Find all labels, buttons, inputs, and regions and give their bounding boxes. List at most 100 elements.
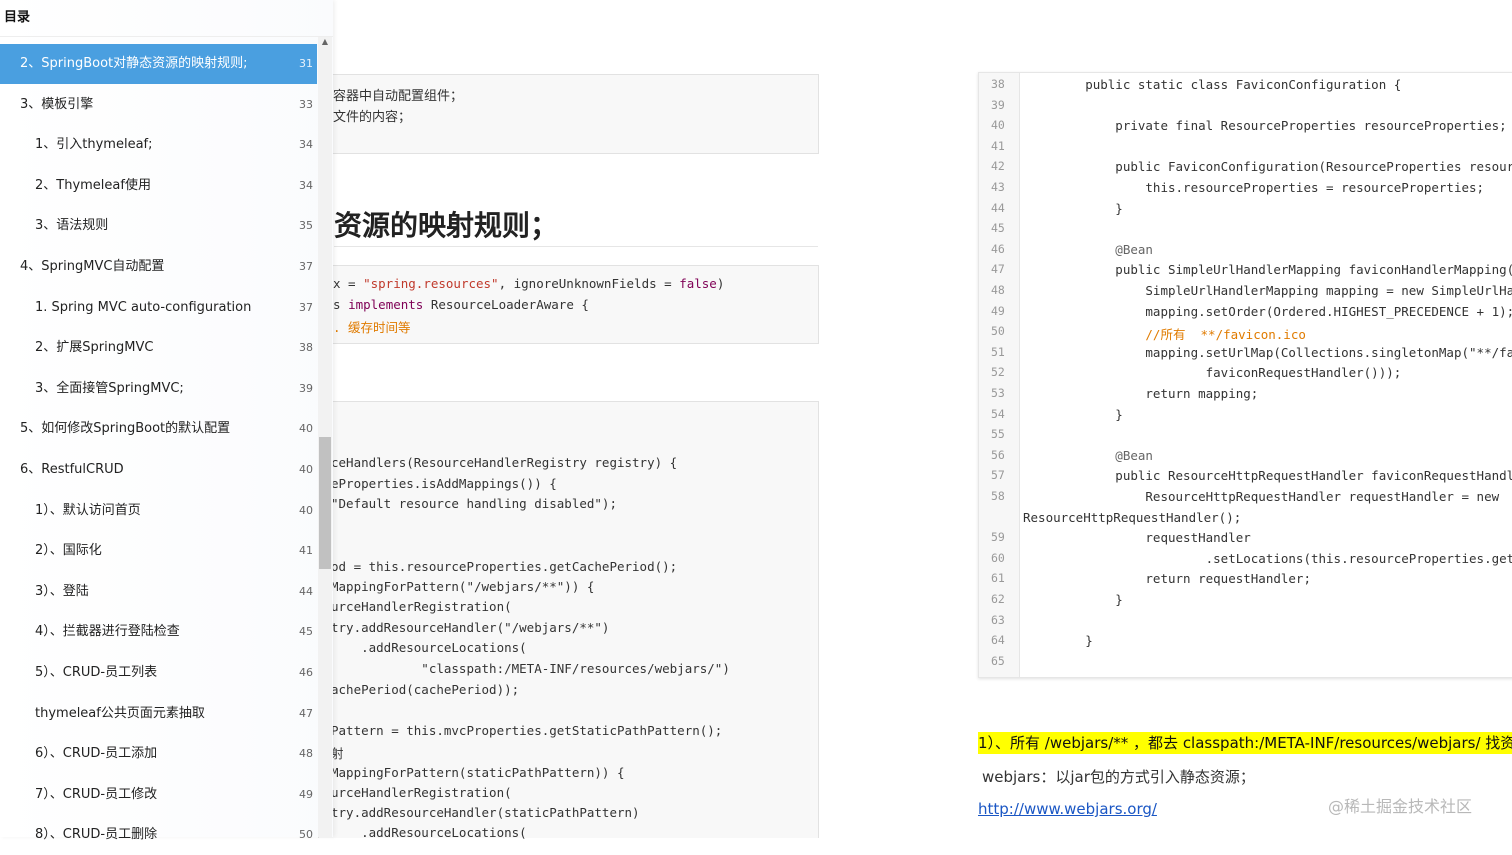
toc-item-label: 4、SpringMVC自动配置: [20, 259, 165, 274]
code-line: mapping.setOrder(Ordered.HIGHEST_PRECEDE…: [1025, 303, 1512, 319]
code-line: MappingForPattern(staticPathPattern)) {: [331, 765, 625, 780]
code-line: @Bean: [1025, 241, 1153, 257]
toc-item[interactable]: 1. Spring MVC auto-configuration 37: [0, 288, 317, 328]
toc-title: 目录: [4, 10, 31, 25]
line-number: 40: [991, 118, 1005, 133]
text-line: webjars：以jar包的方式引入静态资源；: [982, 768, 1255, 786]
toc-item[interactable]: 2、Thymeleaf使用 34: [0, 166, 317, 206]
line-number: 55: [991, 427, 1005, 442]
toc-item[interactable]: 7）、CRUD-员工修改 49: [0, 775, 317, 815]
code-line: public static class FaviconConfiguration…: [1025, 77, 1402, 92]
toc-item[interactable]: 2、扩展SpringMVC 38: [0, 328, 317, 368]
toc-item[interactable]: 2）、国际化 41: [0, 531, 317, 571]
toc-item[interactable]: 5）、CRUD-员工列表 46: [0, 653, 317, 693]
toc-item[interactable]: 2、SpringBoot对静态资源的映射规则; 31: [0, 44, 317, 84]
code-comment: . 缓存时间等: [333, 320, 411, 335]
highlighted-note: 1）、所有 /webjars/** ，都去 classpath:/META-IN…: [978, 732, 1512, 754]
toc-item-page: 49: [299, 787, 313, 801]
line-number: 63: [991, 612, 1005, 627]
line-number: 65: [991, 653, 1005, 668]
code-line: "Default resource handling disabled");: [331, 496, 617, 511]
line-number: 42: [991, 159, 1005, 174]
toc-item[interactable]: 3、全面接管SpringMVC; 39: [0, 369, 317, 409]
section-heading: 资源的映射规则；: [334, 209, 559, 242]
code-line: urceHandlerRegistration(: [331, 599, 512, 614]
line-number: 45: [991, 221, 1005, 236]
code-line: this.resourceProperties = resourceProper…: [1025, 180, 1485, 195]
text-block: 容器中自动配置组件； 文件的内容；: [318, 74, 819, 154]
code-line: eProperties.isAddMappings()) {: [331, 476, 557, 491]
toc-item[interactable]: 6）、CRUD-员工添加 48: [0, 734, 317, 774]
toc-item[interactable]: 8）、CRUD-员工删除 50: [0, 815, 317, 855]
line-number: 48: [991, 283, 1005, 297]
toc-item[interactable]: 3、语法规则 35: [0, 206, 317, 246]
toc-item-label: 2、Thymeleaf使用: [35, 177, 151, 193]
code-line: "classpath:/META-INF/resources/webjars/"…: [331, 661, 730, 676]
code-line: }: [1025, 633, 1093, 649]
toc-header-divider: [0, 36, 333, 37]
code-line: .addResourceLocations(: [331, 825, 527, 840]
scroll-up-arrow-icon[interactable]: ▲: [318, 37, 332, 47]
webjars-link[interactable]: http://www.webjars.org/: [978, 800, 1157, 818]
toc-item-page: 33: [299, 97, 313, 111]
toc-item-label: 8）、CRUD-员工删除: [35, 827, 158, 843]
toc-item-page: 38: [299, 341, 313, 355]
toc-item[interactable]: 3、模板引擎 33: [0, 85, 317, 125]
toc-item-label: 1、引入thymeleaf;: [35, 137, 153, 153]
toc-item[interactable]: 6、RestfulCRUD 40: [0, 450, 317, 490]
toc-item[interactable]: 3）、登陆 44: [0, 572, 317, 612]
line-number: 46: [991, 241, 1005, 256]
toc-item-page: 40: [299, 463, 313, 476]
toc-item[interactable]: 5、如何修改SpringBoot的默认配置 40: [0, 409, 317, 449]
code-line: MappingForPattern("/webjars/**")) {: [331, 579, 595, 594]
code-line: try.addResourceHandler("/webjars/**"): [331, 620, 610, 635]
line-number: 60: [991, 550, 1005, 565]
toc-item-label: 3、模板引擎: [20, 96, 94, 112]
toc-item-page: 34: [299, 138, 313, 152]
toc-item[interactable]: thymeleaf公共页面元素抽取 47: [0, 694, 317, 734]
code-line: ResourceHttpRequestHandler requestHandle…: [1025, 489, 1500, 504]
line-number: 51: [991, 344, 1005, 359]
code-line: achePeriod(cachePeriod));: [331, 682, 520, 697]
toc-item-page: 37: [299, 260, 313, 273]
code-line: ceHandlers(ResourceHandlerRegistry regis…: [331, 455, 678, 470]
toc-item-page: 40: [299, 503, 313, 517]
heading-divider: [334, 246, 818, 247]
code-line: }: [1025, 406, 1123, 422]
line-number: 39: [991, 97, 1005, 112]
toc-item-page: 47: [299, 706, 313, 720]
code-line: od = this.resourceProperties.getCachePer…: [331, 559, 678, 574]
code-panel: 38 public static class FaviconConfigurat…: [978, 72, 1512, 678]
toc-item-page: 39: [299, 381, 313, 395]
text-line: 容器中自动配置组件；: [333, 89, 464, 104]
line-number: 54: [991, 406, 1005, 421]
code-line: public ResourceHttpRequestHandler favico…: [1025, 468, 1512, 484]
toc-item-label: 6）、CRUD-员工添加: [35, 746, 158, 762]
code-line: public SimpleUrlHandlerMapping faviconHa…: [1025, 262, 1512, 278]
text-line: 文件的内容；: [333, 110, 412, 125]
line-number: 38: [991, 77, 1005, 91]
line-number: 56: [991, 447, 1005, 462]
toc-item[interactable]: 4）、拦截器进行登陆检查 45: [0, 612, 317, 652]
code-line: mapping.setUrlMap(Collections.singletonM…: [1025, 344, 1512, 360]
toc-item-label: 1）、默认访问首页: [35, 502, 141, 518]
toc-item[interactable]: 4、SpringMVC自动配置 37: [0, 247, 317, 287]
toc-item-page: 40: [299, 422, 313, 436]
toc-item[interactable]: 1、引入thymeleaf; 34: [0, 125, 317, 165]
code-block: ceHandlers(ResourceHandlerRegistry regis…: [318, 401, 819, 840]
toc-item-page: 31: [299, 57, 313, 70]
code-line: .setLocations(this.resourceProperties.ge…: [1025, 550, 1512, 566]
toc-item-page: 45: [299, 625, 313, 639]
line-number: 61: [991, 571, 1005, 586]
watermark: @稀土掘金技术社区: [1328, 797, 1473, 816]
scrollbar-thumb[interactable]: [319, 437, 331, 569]
code-line: return requestHandler;: [1025, 571, 1311, 587]
toc-item-label: 5）、CRUD-员工列表: [35, 665, 158, 680]
code-line: @Bean: [1025, 447, 1153, 463]
code-line: }: [1025, 200, 1123, 216]
code-line: faviconRequestHandler()));: [1025, 365, 1402, 381]
line-number: 41: [991, 138, 1005, 153]
line-number: 44: [991, 200, 1005, 215]
toc-item[interactable]: 1）、默认访问首页 40: [0, 491, 317, 531]
toc-item-label: 3）、登陆: [35, 583, 89, 599]
